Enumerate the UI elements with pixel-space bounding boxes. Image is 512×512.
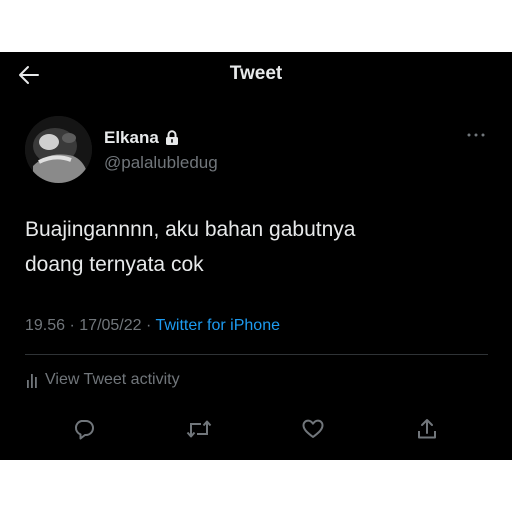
tweet-metadata: 19.56 · 17/05/22 · Twitter for iPhone (25, 317, 280, 335)
tweet-source-link[interactable]: Twitter for iPhone (155, 317, 280, 334)
page-title: Tweet (229, 63, 283, 84)
view-activity-button[interactable]: View Tweet activity (26, 371, 180, 389)
tweet-date[interactable]: 17/05/22 (79, 317, 141, 334)
more-options-button[interactable] (464, 128, 488, 142)
author-name-row[interactable]: Elkana (104, 128, 179, 148)
reply-button[interactable] (71, 416, 97, 442)
share-icon (418, 419, 436, 439)
tweet-text-line-2: doang ternyata cok (25, 253, 204, 276)
tweet-time[interactable]: 19.56 (25, 317, 65, 334)
lock-icon (165, 130, 178, 145)
retweet-button[interactable] (186, 416, 212, 442)
tweet-text-line-1: Buajingannnn, aku bahan gabutnya (25, 218, 356, 241)
reply-icon (74, 420, 94, 440)
author-display-name[interactable]: Elkana (104, 128, 159, 148)
divider (25, 354, 488, 355)
avatar[interactable] (25, 116, 92, 183)
meta-separator: · (65, 317, 80, 334)
view-activity-label[interactable]: View Tweet activity (45, 371, 180, 389)
avatar-image (25, 116, 92, 183)
retweet-icon (186, 420, 212, 438)
like-icon (302, 419, 324, 438)
tweet-text: Buajingannnn, aku bahan gabutnya doang te… (25, 212, 475, 282)
author-handle[interactable]: @palalubledug (104, 153, 218, 173)
more-icon (467, 133, 485, 137)
meta-separator: · (141, 317, 156, 334)
tweet-screen: Tweet Elkana @palalubledug Buajingannnn,… (0, 52, 512, 460)
share-button[interactable] (414, 416, 440, 442)
bar-chart-icon (27, 374, 37, 388)
like-button[interactable] (300, 416, 326, 442)
top-bar: Tweet (0, 52, 512, 96)
